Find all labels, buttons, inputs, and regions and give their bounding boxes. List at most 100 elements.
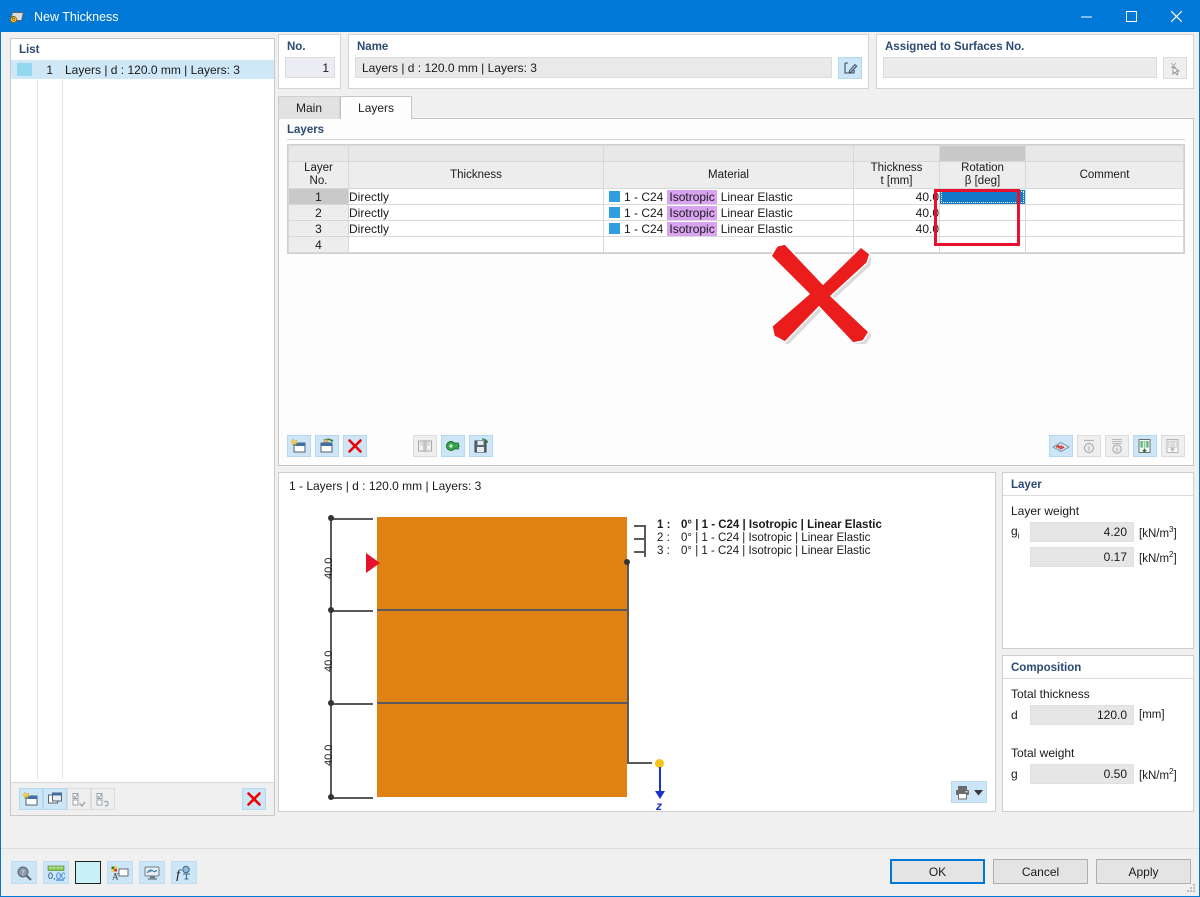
- total-weight-row: g 0.50 [kN/m2]: [1003, 764, 1193, 784]
- new-layer-icon[interactable]: [287, 435, 311, 457]
- table-header-row: Layer No. Thickness Material Thickness t…: [289, 162, 1184, 189]
- cell-thickness-value[interactable]: 40.0: [854, 221, 940, 237]
- col-rotation[interactable]: Rotation β [deg]: [940, 162, 1026, 189]
- printer-icon: [955, 785, 972, 800]
- layer-separator-line: [377, 702, 627, 704]
- cell-material[interactable]: 1 - C24 Isotropic Linear Elastic: [604, 205, 854, 221]
- delete-layer-icon[interactable]: [343, 435, 367, 457]
- layer-weight-area-unit: [kN/m2]: [1139, 550, 1187, 565]
- cell-comment[interactable]: [1026, 237, 1184, 253]
- svg-text:A: A: [112, 871, 119, 881]
- tab-main[interactable]: Main: [278, 96, 340, 119]
- svg-text:i: i: [1088, 445, 1090, 453]
- close-button[interactable]: [1154, 1, 1199, 32]
- maximize-button[interactable]: [1109, 1, 1154, 32]
- number-field[interactable]: 1: [285, 57, 335, 78]
- cell-rotation[interactable]: [940, 237, 1026, 253]
- row-number: 3: [289, 221, 349, 237]
- cell-rotation[interactable]: [940, 189, 1026, 205]
- cell-comment[interactable]: [1026, 189, 1184, 205]
- layers-panel: Layers Layer No.: [278, 119, 1194, 466]
- cell-thickness-value[interactable]: 40.0: [854, 189, 940, 205]
- dialog-footer: ? 0,00 A f OK Cancel Apply: [1, 848, 1199, 896]
- cell-rotation[interactable]: [940, 221, 1026, 237]
- composition-panel: Composition Total thickness d 120.0 [mm]…: [1002, 655, 1194, 812]
- dimension-label: 40.0: [323, 651, 335, 672]
- assigned-label: Assigned to Surfaces No.: [877, 35, 1193, 53]
- cell-thickness-type[interactable]: Directly: [349, 221, 604, 237]
- side-panels: Layer Layer weight gi 4.20 [kN/m3] 0.17 …: [1002, 472, 1194, 812]
- formula-icon[interactable]: f: [171, 861, 197, 884]
- col-comment[interactable]: Comment: [1026, 162, 1184, 189]
- resize-grip[interactable]: [1186, 883, 1196, 893]
- cell-comment[interactable]: [1026, 221, 1184, 237]
- table-row[interactable]: 4: [289, 237, 1184, 253]
- layers-view-icon[interactable]: [1049, 435, 1073, 457]
- minimize-button[interactable]: [1064, 1, 1109, 32]
- delete-thickness-icon[interactable]: [242, 788, 266, 810]
- apply-button[interactable]: Apply: [1096, 859, 1191, 884]
- assigned-field[interactable]: [883, 57, 1157, 78]
- svg-text:?: ?: [21, 869, 24, 877]
- edit-pencil-icon[interactable]: [838, 57, 862, 79]
- layer-panel-title: Layer: [1003, 473, 1193, 493]
- symbol-gi: gi: [1011, 524, 1025, 540]
- col-material[interactable]: Material: [604, 162, 854, 189]
- layers-table: Layer No. Thickness Material Thickness t…: [287, 144, 1185, 254]
- save-material-icon[interactable]: [469, 435, 493, 457]
- material-color-icon: [609, 207, 620, 218]
- col-thickness-t[interactable]: Thickness t [mm]: [854, 162, 940, 189]
- magnifier-icon[interactable]: ?: [11, 861, 37, 884]
- symbol-d: d: [1011, 708, 1025, 722]
- cell-thickness-value[interactable]: 40.0: [854, 205, 940, 221]
- cell-thickness-type[interactable]: [349, 237, 604, 253]
- total-weight-label: Total weight: [1003, 730, 1193, 764]
- table-row[interactable]: 3 Directly 1 - C24 Isotropic Linear Elas…: [289, 221, 1184, 237]
- import-material-icon[interactable]: [441, 435, 465, 457]
- dimension-dot: [328, 794, 334, 800]
- layer-graphic[interactable]: 1 - Layers | d : 120.0 mm | Layers: 3 40…: [278, 472, 996, 812]
- duplicate-layer-icon[interactable]: [315, 435, 339, 457]
- decimal-places-icon[interactable]: 0,00: [43, 861, 69, 884]
- material-number: 1 - C24: [624, 222, 663, 236]
- new-thickness-icon[interactable]: [19, 788, 43, 810]
- col-thickness-type[interactable]: Thickness: [349, 162, 604, 189]
- number-group: No. 1: [278, 34, 341, 89]
- graphic-caption: 1 - Layers | d : 120.0 mm | Layers: 3: [279, 473, 995, 493]
- pick-cursor-icon[interactable]: [1163, 57, 1187, 79]
- list-item[interactable]: 1 Layers | d : 120.0 mm | Layers: 3: [11, 60, 274, 79]
- legend-number: 3 :: [657, 545, 670, 557]
- ok-button[interactable]: OK: [890, 859, 985, 884]
- material-model: Isotropic: [667, 206, 716, 220]
- tab-layers[interactable]: Layers: [340, 96, 412, 119]
- cell-thickness-type[interactable]: Directly: [349, 189, 604, 205]
- table-row[interactable]: 1 Directly 1 - C24 Isotropic Linear Elas…: [289, 189, 1184, 205]
- chevron-down-icon: [974, 789, 983, 796]
- col-layer-no[interactable]: Layer No.: [289, 162, 349, 189]
- header-row: No. 1 Name Layers | d : 120.0 mm | Layer…: [278, 34, 1194, 89]
- color-swatch-icon[interactable]: [75, 861, 101, 884]
- total-weight-unit: [kN/m2]: [1139, 767, 1187, 782]
- name-field[interactable]: Layers | d : 120.0 mm | Layers: 3: [355, 57, 832, 78]
- label-settings-icon[interactable]: A: [107, 861, 133, 884]
- export-excel-icon[interactable]: [1133, 435, 1157, 457]
- cell-rotation[interactable]: [940, 205, 1026, 221]
- copy-thickness-icon[interactable]: [43, 788, 67, 810]
- table-row[interactable]: 2 Directly 1 - C24 Isotropic Linear Elas…: [289, 205, 1184, 221]
- material-model: Isotropic: [667, 222, 716, 236]
- cell-comment[interactable]: [1026, 205, 1184, 221]
- total-weight-value: 0.50: [1030, 764, 1134, 784]
- layer-weight-area-value: 0.17: [1030, 547, 1134, 567]
- assigned-group: Assigned to Surfaces No.: [876, 34, 1194, 89]
- layer-weight-volume-value: 4.20: [1030, 522, 1134, 542]
- library-book-icon: [413, 435, 437, 457]
- cell-thickness-type[interactable]: Directly: [349, 205, 604, 221]
- cell-material[interactable]: 1 - C24 Isotropic Linear Elastic: [604, 221, 854, 237]
- display-settings-icon[interactable]: [139, 861, 165, 884]
- name-group: Name Layers | d : 120.0 mm | Layers: 3: [348, 34, 869, 89]
- cell-material[interactable]: 1 - C24 Isotropic Linear Elastic: [604, 189, 854, 205]
- tab-bar: Main Layers: [278, 96, 1194, 119]
- row-number: 1: [289, 189, 349, 205]
- cancel-button[interactable]: Cancel: [993, 859, 1088, 884]
- print-graphic-button[interactable]: [951, 781, 987, 803]
